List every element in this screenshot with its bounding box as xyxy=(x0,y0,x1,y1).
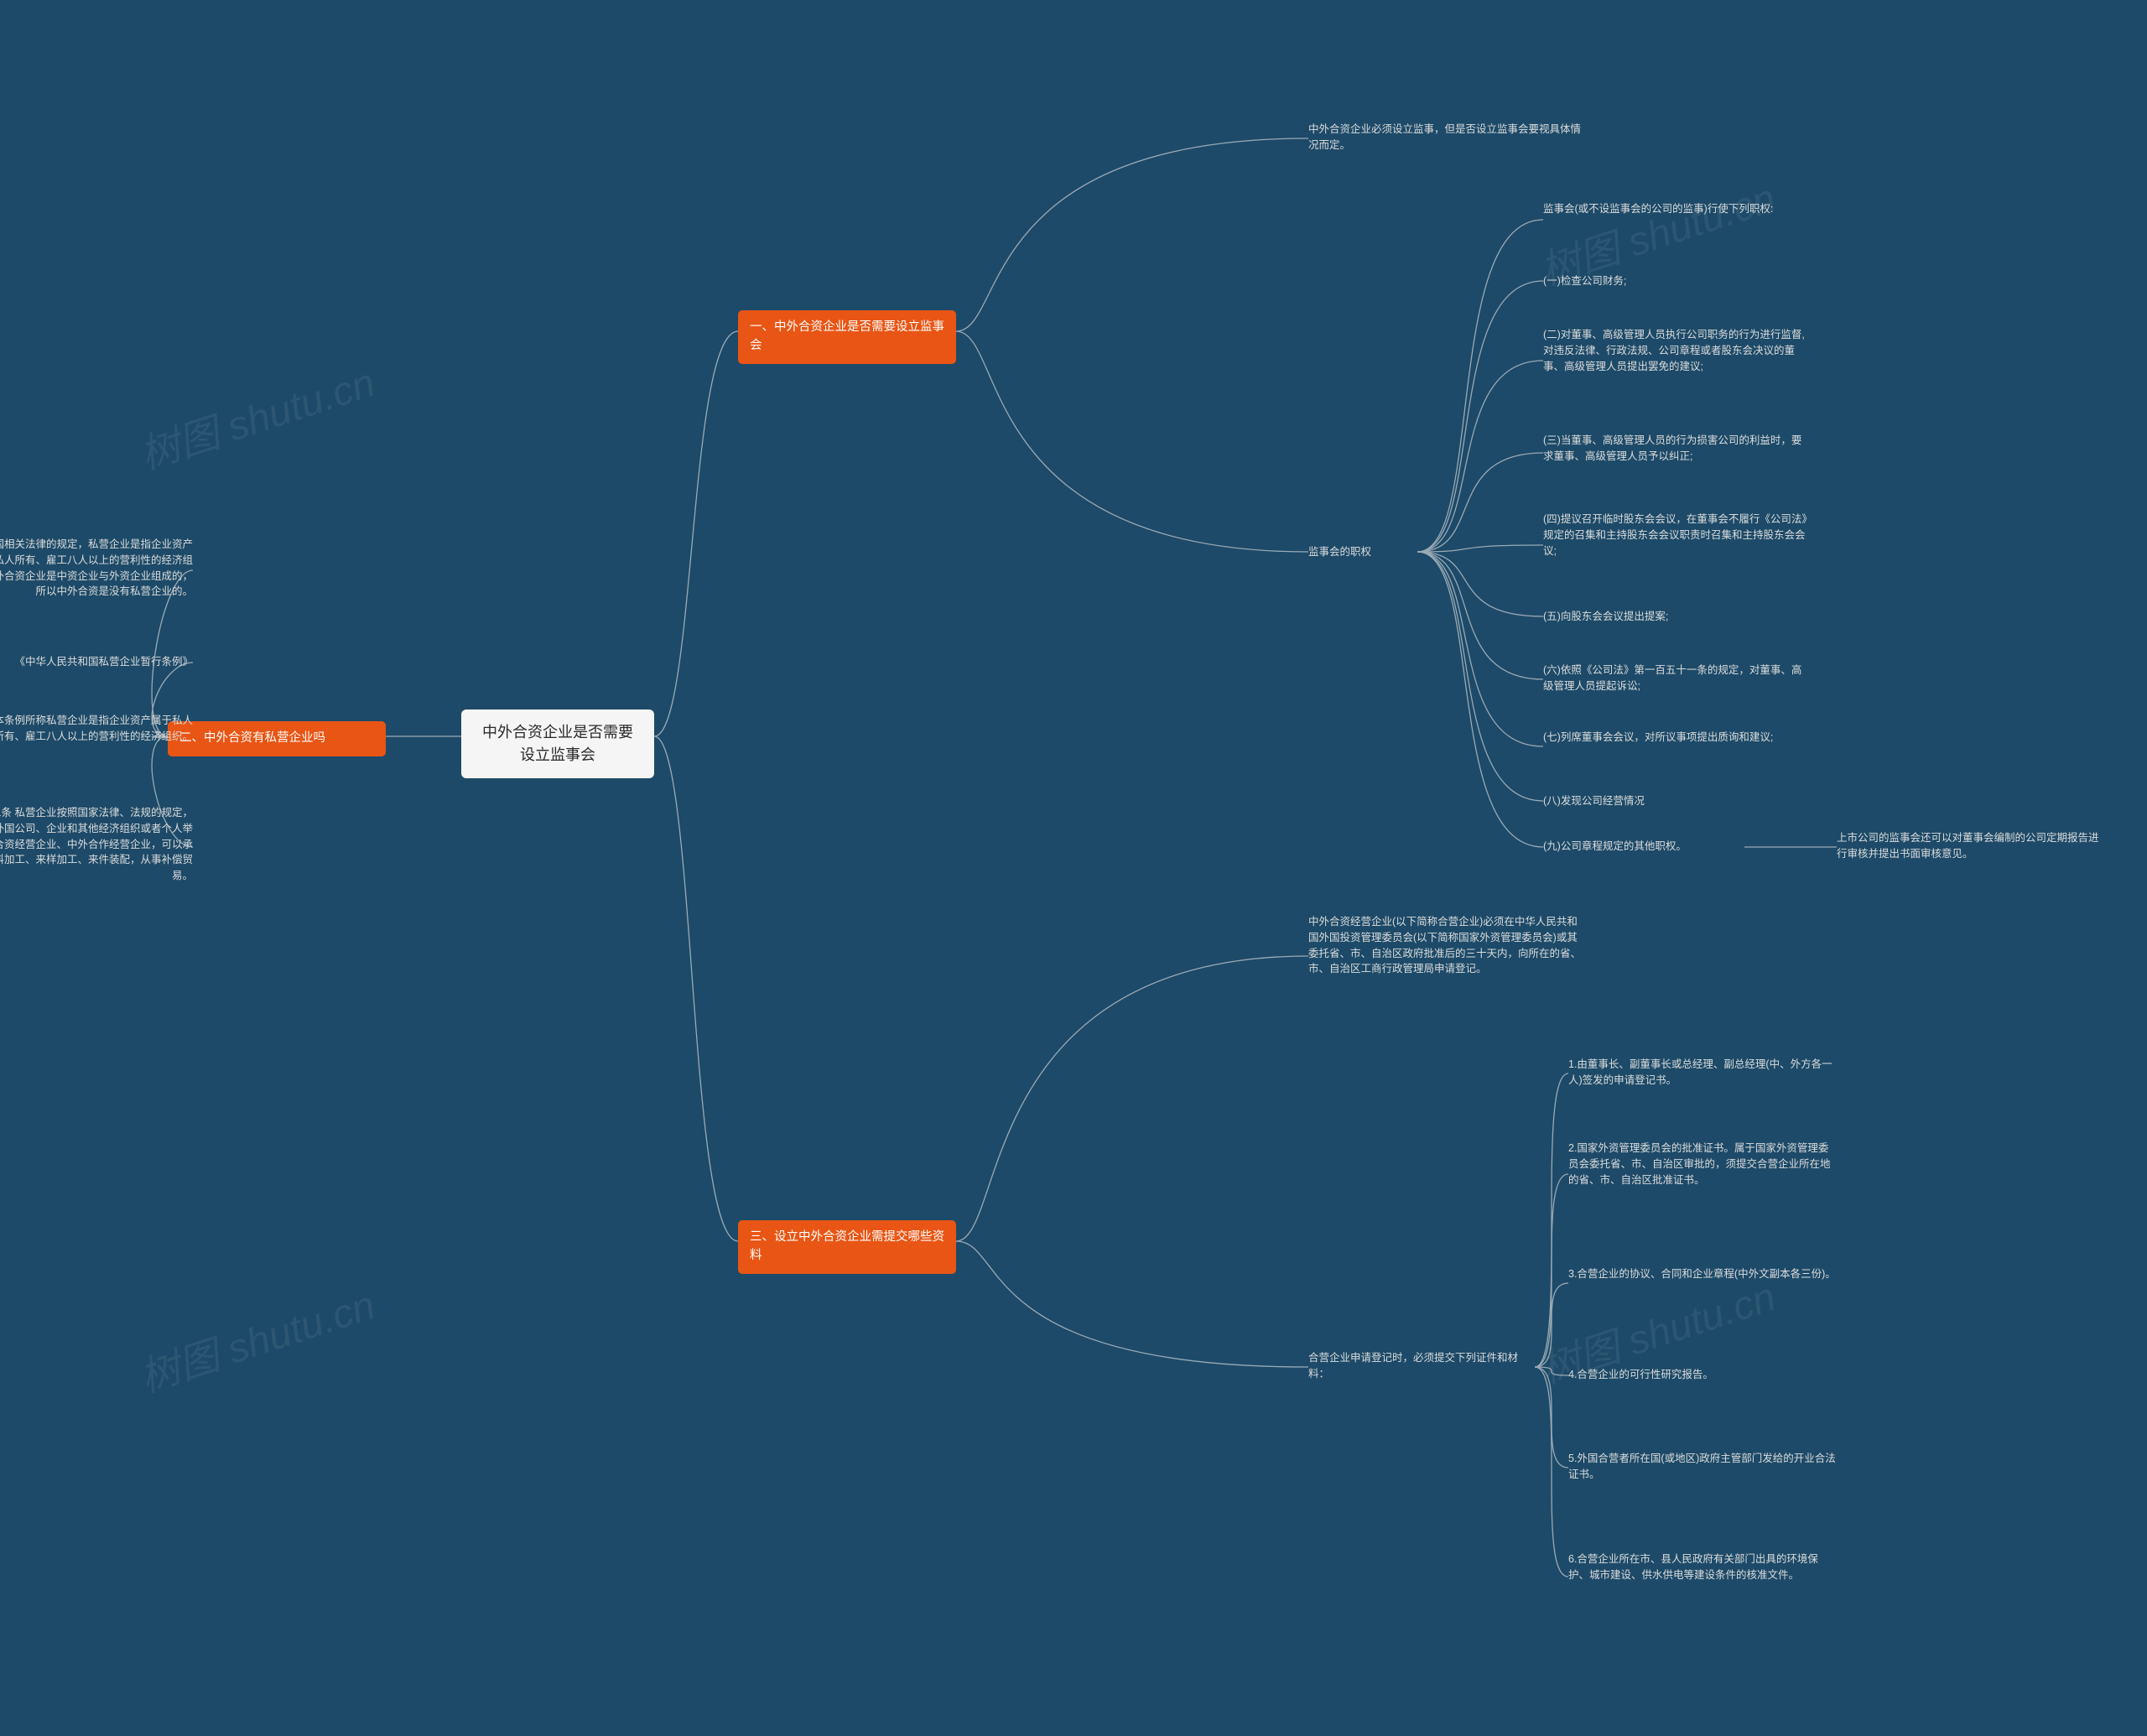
branch1-intro: 中外合资企业必须设立监事，但是否设立监事会要视具体情况而定。 xyxy=(1308,122,1585,153)
branch-3[interactable]: 三、设立中外合资企业需提交哪些资料 xyxy=(738,1220,956,1274)
doc-6: 6.合营企业所在市、县人民政府有关部门出具的环境保护、城市建设、供水供电等建设条… xyxy=(1568,1551,1837,1583)
power-3: (三)当董事、高级管理人员的行为损害公司的利益时，要求董事、高级管理人员予以纠正… xyxy=(1543,433,1812,465)
power-6: (六)依照《公司法》第一百五十一条的规定，对董事、高级管理人员提起诉讼; xyxy=(1543,663,1812,694)
watermark: 树图 shutu.cn xyxy=(131,1272,381,1403)
branch2-leaf-2: 《中华人民共和国私营企业暂行条例》 xyxy=(0,654,193,670)
doc-5: 5.外国合营者所在国(或地区)政府主管部门发给的开业合法证书。 xyxy=(1568,1451,1837,1483)
branch2-leaf-3: 第二条 本条例所称私营企业是指企业资产属于私人所有、雇工八人以上的营利性的经济组… xyxy=(0,713,193,745)
power-2: (二)对董事、高级管理人员执行公司职务的行为进行监督,对违反法律、行政法规、公司… xyxy=(1543,327,1812,374)
watermark: 树图 shutu.cn xyxy=(131,350,381,481)
doc-2: 2.国家外资管理委员会的批准证书。属于国家外资管理委员会委托省、市、自治区审批的… xyxy=(1568,1141,1837,1188)
power-4: (四)提议召开临时股东会会议，在董事会不履行《公司法》规定的召集和主持股东会会议… xyxy=(1543,512,1812,559)
branch1-sub-label: 监事会的职权 xyxy=(1308,544,1417,560)
branch-2[interactable]: 二、中外合资有私营企业吗 xyxy=(168,721,386,756)
doc-3: 3.合营企业的协议、合同和企业章程(中外文副本各三份)。 xyxy=(1568,1266,1837,1282)
power-7: (七)列席董事会会议，对所议事项提出质询和建议; xyxy=(1543,730,1812,746)
power-5: (五)向股东会会议提出提案; xyxy=(1543,609,1812,625)
power-9-extra: 上市公司的监事会还可以对董事会编制的公司定期报告进行审核并提出书面审核意见。 xyxy=(1837,830,2105,862)
power-9: (九)公司章程规定的其他职权。 xyxy=(1543,839,1736,855)
branch3-sub-label: 合营企业申请登记时，必须提交下列证件和材料： xyxy=(1308,1350,1535,1382)
root-node[interactable]: 中外合资企业是否需要设立监事会 xyxy=(461,709,654,778)
branch2-leaf-1: 依据我国相关法律的规定，私营企业是指企业资产属于私人所有、雇工八人以上的营利性的… xyxy=(0,537,193,600)
power-8: (八)发现公司经营情况 xyxy=(1543,793,1812,809)
branch3-intro: 中外合资经营企业(以下简称合营企业)必须在中华人民共和国外国投资管理委员会(以下… xyxy=(1308,914,1585,977)
power-0: 监事会(或不设监事会的公司的监事)行使下列职权: xyxy=(1543,201,1812,217)
doc-1: 1.由董事长、副董事长或总经理、副总经理(中、外方各一人)签发的申请登记书。 xyxy=(1568,1057,1837,1089)
power-1: (一)检查公司财务; xyxy=(1543,273,1812,289)
doc-4: 4.合营企业的可行性研究报告。 xyxy=(1568,1367,1837,1383)
branch-1[interactable]: 一、中外合资企业是否需要设立监事会 xyxy=(738,310,956,364)
branch2-leaf-4: 第二十二条 私营企业按照国家法律、法规的规定，可以同外国公司、企业和其他经济组织… xyxy=(0,805,193,884)
